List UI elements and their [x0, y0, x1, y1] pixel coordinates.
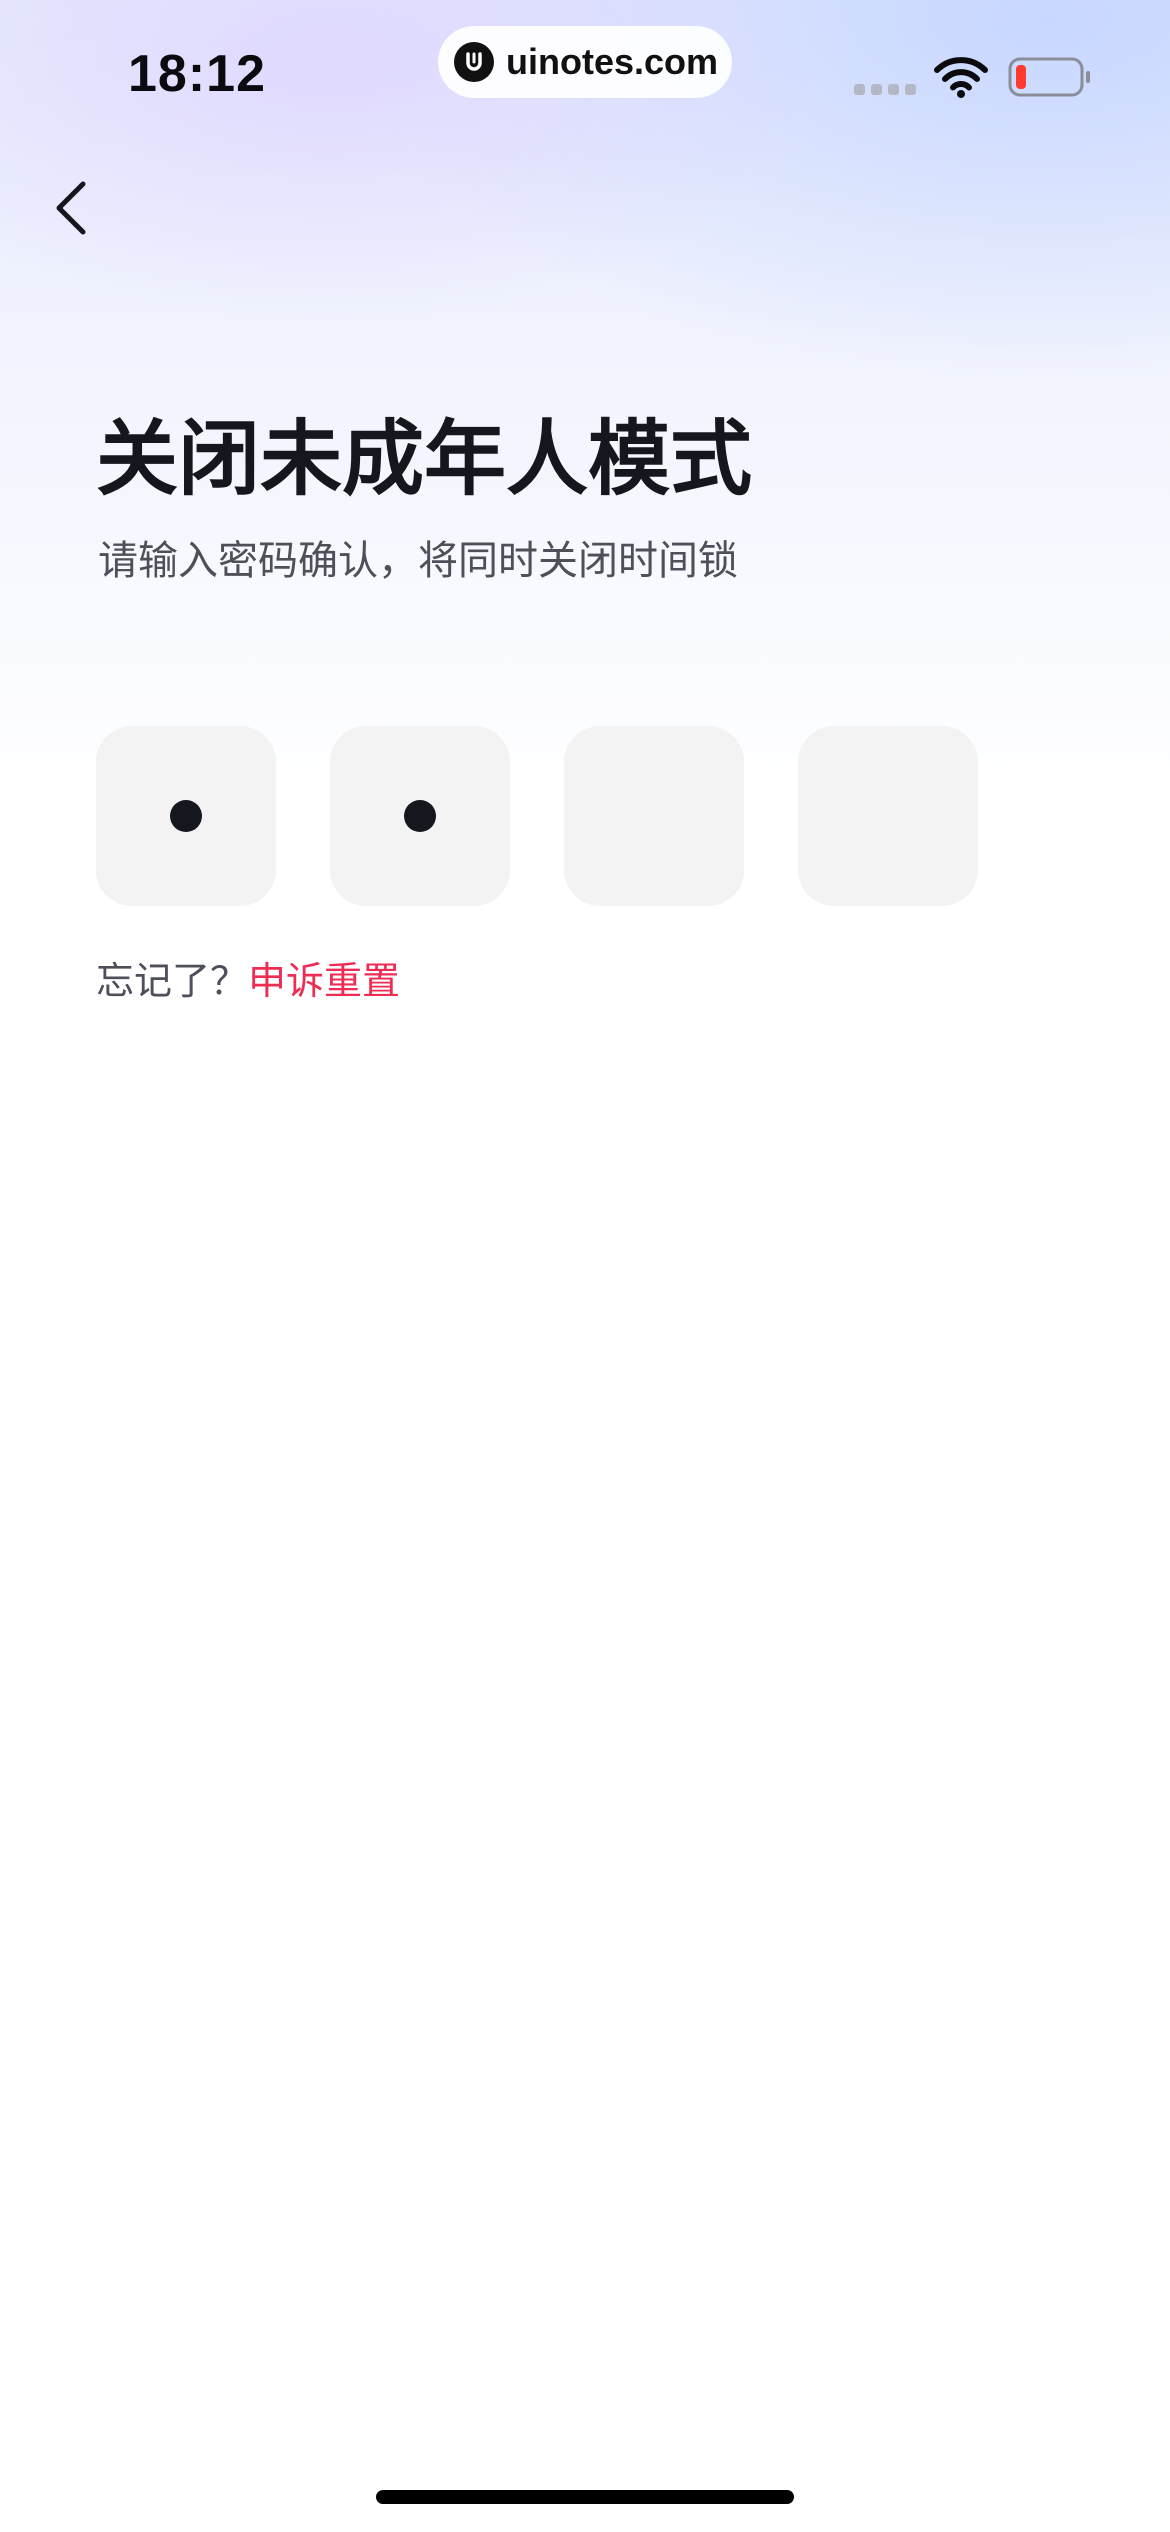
status-bar: 18:12 uinotes.com	[0, 0, 1170, 150]
page-title: 关闭未成年人模式	[96, 412, 753, 507]
uinotes-logo-icon	[454, 42, 494, 82]
pin-input[interactable]	[96, 726, 978, 906]
forgot-row: 忘记了？申诉重置	[96, 950, 400, 1005]
back-button[interactable]	[36, 168, 106, 248]
home-indicator	[376, 2490, 794, 2504]
url-pill: uinotes.com	[438, 26, 732, 98]
pin-box[interactable]	[798, 726, 978, 906]
wifi-icon	[934, 57, 988, 98]
pin-box[interactable]	[564, 726, 744, 906]
status-time: 18:12	[128, 45, 266, 103]
appeal-reset-link[interactable]: 申诉重置	[248, 959, 400, 1003]
pin-box[interactable]	[96, 726, 276, 906]
chevron-left-icon	[56, 181, 86, 235]
pin-dot	[404, 800, 436, 832]
forgot-prompt: 忘记了？	[96, 959, 249, 1003]
page-subtitle: 请输入密码确认，将同时关闭时间锁	[98, 538, 738, 584]
pin-box[interactable]	[330, 726, 510, 906]
signal-dots-icon	[854, 84, 916, 95]
pin-dot	[170, 800, 202, 832]
url-text: uinotes.com	[506, 41, 719, 82]
battery-low-icon	[1008, 57, 1090, 97]
